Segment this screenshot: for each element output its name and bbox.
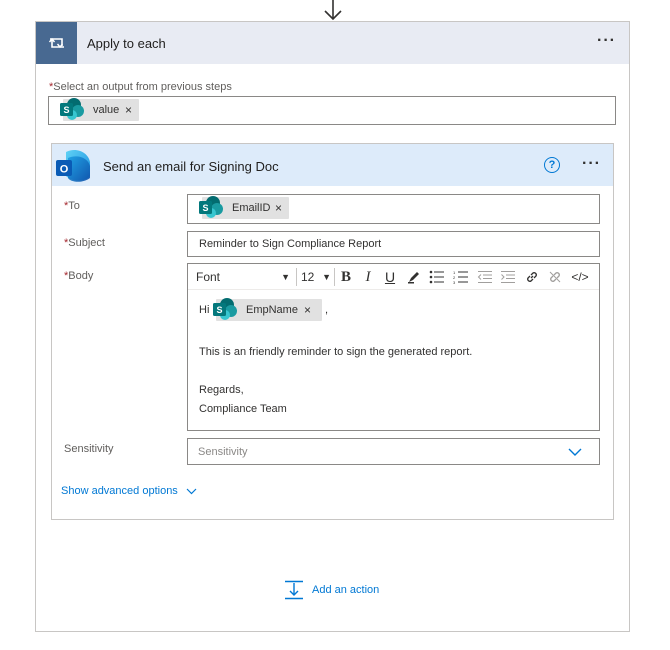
bold-icon[interactable]: B — [337, 267, 355, 287]
add-action-button[interactable]: Add an action — [284, 579, 379, 601]
increase-indent-icon[interactable] — [499, 267, 517, 287]
unlink-icon[interactable] — [546, 267, 564, 287]
down-arrow-icon — [324, 0, 342, 21]
dropdown-caret-icon: ▼ — [281, 272, 290, 282]
to-field[interactable]: S EmailID × — [187, 194, 600, 224]
help-icon[interactable]: ? — [544, 157, 560, 173]
send-email-title: Send an email for Signing Doc — [103, 159, 279, 174]
to-label: *To — [64, 200, 80, 212]
numbered-list-icon[interactable]: 123 — [452, 267, 470, 287]
svg-text:S: S — [216, 305, 222, 315]
font-family-dropdown[interactable]: Font ▼ — [196, 267, 290, 287]
dropdown-caret-icon: ▼ — [322, 272, 331, 282]
decrease-indent-icon[interactable] — [476, 267, 494, 287]
more-options-button[interactable]: ··· — [597, 33, 616, 49]
toolbar-divider — [334, 268, 335, 286]
send-email-header[interactable]: O Send an email for Signing Doc ? ··· — [52, 144, 613, 186]
svg-text:S: S — [202, 203, 208, 213]
sharepoint-icon: S — [199, 196, 223, 218]
subject-input[interactable]: Reminder to Sign Compliance Report — [187, 231, 600, 257]
link-icon[interactable] — [523, 267, 541, 287]
svg-text:S: S — [63, 105, 69, 115]
highlight-icon[interactable] — [405, 267, 423, 287]
remove-value-token-button[interactable]: × — [125, 103, 132, 117]
toolbar-divider — [296, 268, 297, 286]
bullet-list-icon[interactable] — [428, 267, 446, 287]
editor-toolbar: Font ▼ 12 ▼ B I U 123 </> — [188, 264, 599, 290]
select-output-field[interactable]: S value × — [48, 96, 616, 125]
sensitivity-dropdown[interactable]: Sensitivity — [187, 438, 600, 465]
apply-to-each-title: Apply to each — [87, 36, 166, 51]
send-email-card: O Send an email for Signing Doc ? ··· *T… — [51, 143, 614, 520]
font-size-dropdown[interactable]: 12 ▼ — [301, 267, 331, 287]
empname-token: S EmpName × — [213, 298, 322, 321]
body-line-message: This is an friendly reminder to sign the… — [199, 346, 473, 358]
action-more-options-button[interactable]: ··· — [582, 156, 601, 172]
add-action-label: Add an action — [312, 584, 380, 596]
code-view-icon[interactable]: </> — [569, 267, 591, 287]
outlook-icon: O — [56, 150, 90, 182]
body-trailing-comma: , — [325, 304, 329, 316]
body-editor[interactable]: Font ▼ 12 ▼ B I U 123 </> Hi S EmpName ×… — [187, 263, 600, 431]
value-token: S value × — [60, 98, 139, 121]
select-output-label: *Select an output from previous steps — [49, 81, 232, 93]
remove-empname-token-button[interactable]: × — [304, 303, 311, 317]
sensitivity-label: Sensitivity — [64, 443, 114, 455]
underline-icon[interactable]: U — [382, 267, 398, 287]
sensitivity-placeholder: Sensitivity — [198, 446, 248, 458]
sharepoint-icon: S — [60, 98, 84, 120]
chevron-down-icon — [568, 448, 582, 456]
sharepoint-icon: S — [213, 298, 237, 320]
chevron-down-icon — [186, 488, 197, 494]
body-line-signature: Compliance Team — [199, 403, 287, 415]
svg-text:O: O — [60, 164, 69, 176]
body-line-regards: Regards, — [199, 384, 244, 396]
apply-to-each-header[interactable]: Apply to each ··· — [36, 22, 629, 64]
italic-icon[interactable]: I — [360, 267, 376, 287]
remove-emailid-token-button[interactable]: × — [275, 201, 282, 215]
subject-label: *Subject — [64, 237, 105, 249]
add-action-icon — [285, 580, 303, 600]
svg-text:3: 3 — [453, 280, 456, 284]
body-greeting: Hi — [199, 304, 210, 316]
apply-to-each-card: Apply to each ··· *Select an output from… — [35, 21, 630, 632]
loop-icon — [36, 22, 77, 64]
body-label: *Body — [64, 270, 94, 282]
show-advanced-options-link[interactable]: Show advanced options — [61, 485, 197, 497]
emailid-token: S EmailID × — [199, 196, 289, 219]
